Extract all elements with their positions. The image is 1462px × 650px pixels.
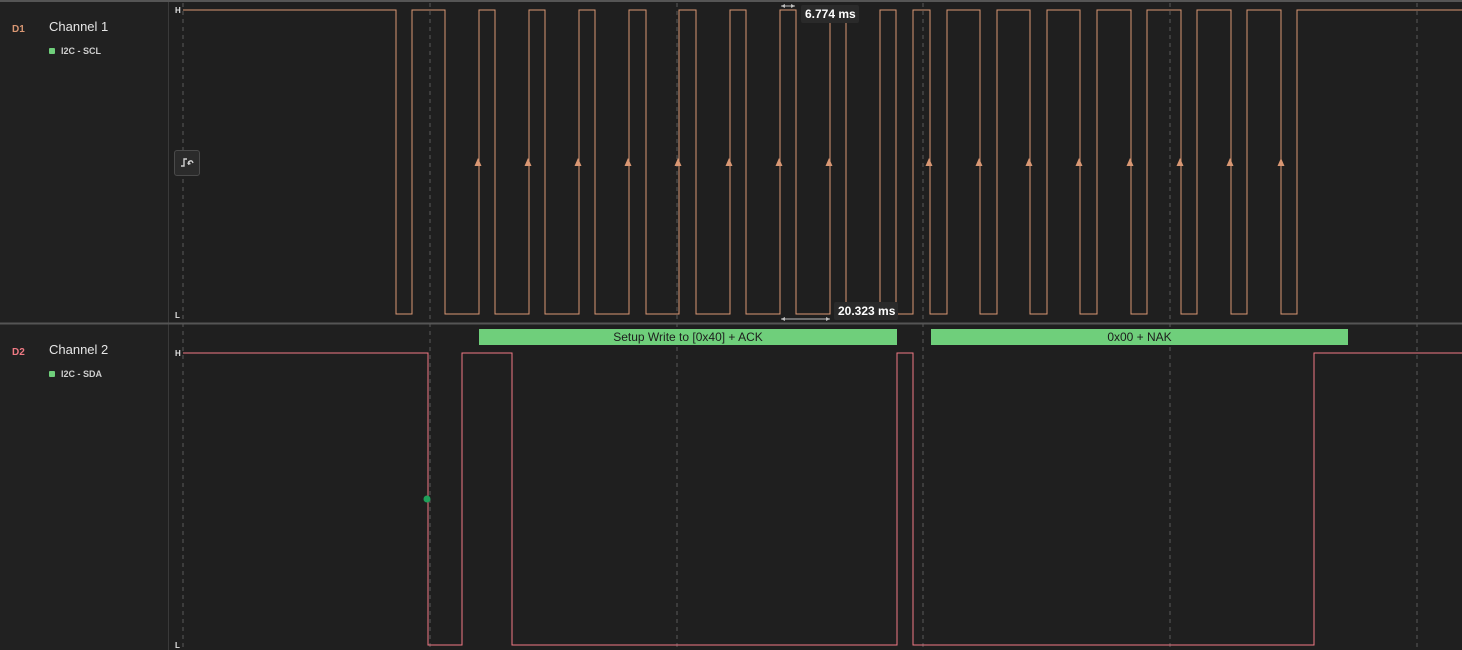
arrow-left-icon xyxy=(781,317,785,321)
decoded-frame-2[interactable]: 0x00 + NAK xyxy=(931,329,1348,345)
rising-edge-arrow-icon xyxy=(1176,158,1184,166)
rising-edge-arrow-icon xyxy=(1277,158,1285,166)
decoded-frame-2-label: 0x00 + NAK xyxy=(1107,330,1171,344)
channel-1-high-label: H xyxy=(175,6,181,15)
rising-edge-arrow-icon xyxy=(624,158,632,166)
trigger-edge-icon xyxy=(181,158,194,167)
rising-edge-arrow-icon xyxy=(975,158,983,166)
logic-analyzer-window: D1 Channel 1 I2C - SCL D2 Channel 2 I2C … xyxy=(0,0,1462,650)
channel-1-low-label: L xyxy=(175,311,180,320)
waveform-area[interactable]: H L H L 6.774 ms 20.323 ms Setup Write t… xyxy=(0,0,1462,650)
decoded-frame-1[interactable]: Setup Write to [0x40] + ACK xyxy=(479,329,897,345)
time-grid xyxy=(182,3,1418,650)
channel-2-low-label: L xyxy=(175,641,180,650)
rising-edge-arrow-icon xyxy=(574,158,582,166)
arrow-right-icon xyxy=(826,317,830,321)
period-measurement-value: 20.323 ms xyxy=(838,304,896,318)
rising-edge-arrow-icon xyxy=(1025,158,1033,166)
rising-edge-arrow-icon xyxy=(925,158,933,166)
rising-edge-arrow-icon xyxy=(725,158,733,166)
rising-edge-arrow-icon xyxy=(474,158,482,166)
rising-edge-arrow-icon xyxy=(674,158,682,166)
rising-edge-arrow-icon xyxy=(775,158,783,166)
rising-edge-arrow-icon xyxy=(1126,158,1134,166)
decoded-frame-1-label: Setup Write to [0x40] + ACK xyxy=(613,330,763,344)
start-condition-dot-icon[interactable] xyxy=(423,495,431,503)
arrow-left-icon xyxy=(781,4,785,8)
rising-edge-arrow-icon xyxy=(1075,158,1083,166)
rising-edge-arrow-icon xyxy=(825,158,833,166)
period-measurement[interactable]: 20.323 ms xyxy=(781,302,898,321)
width-measurement[interactable]: 6.774 ms xyxy=(781,4,859,23)
width-measurement-value: 6.774 ms xyxy=(805,7,856,21)
channel-2-high-label: H xyxy=(175,349,181,358)
rising-edge-arrow-icon xyxy=(1226,158,1234,166)
rising-edge-arrow-icon xyxy=(524,158,532,166)
arrow-right-icon xyxy=(791,4,795,8)
trigger-button[interactable] xyxy=(174,150,200,176)
channel-2-waveform[interactable] xyxy=(183,352,1462,646)
channel-1-waveform[interactable] xyxy=(183,9,1462,315)
